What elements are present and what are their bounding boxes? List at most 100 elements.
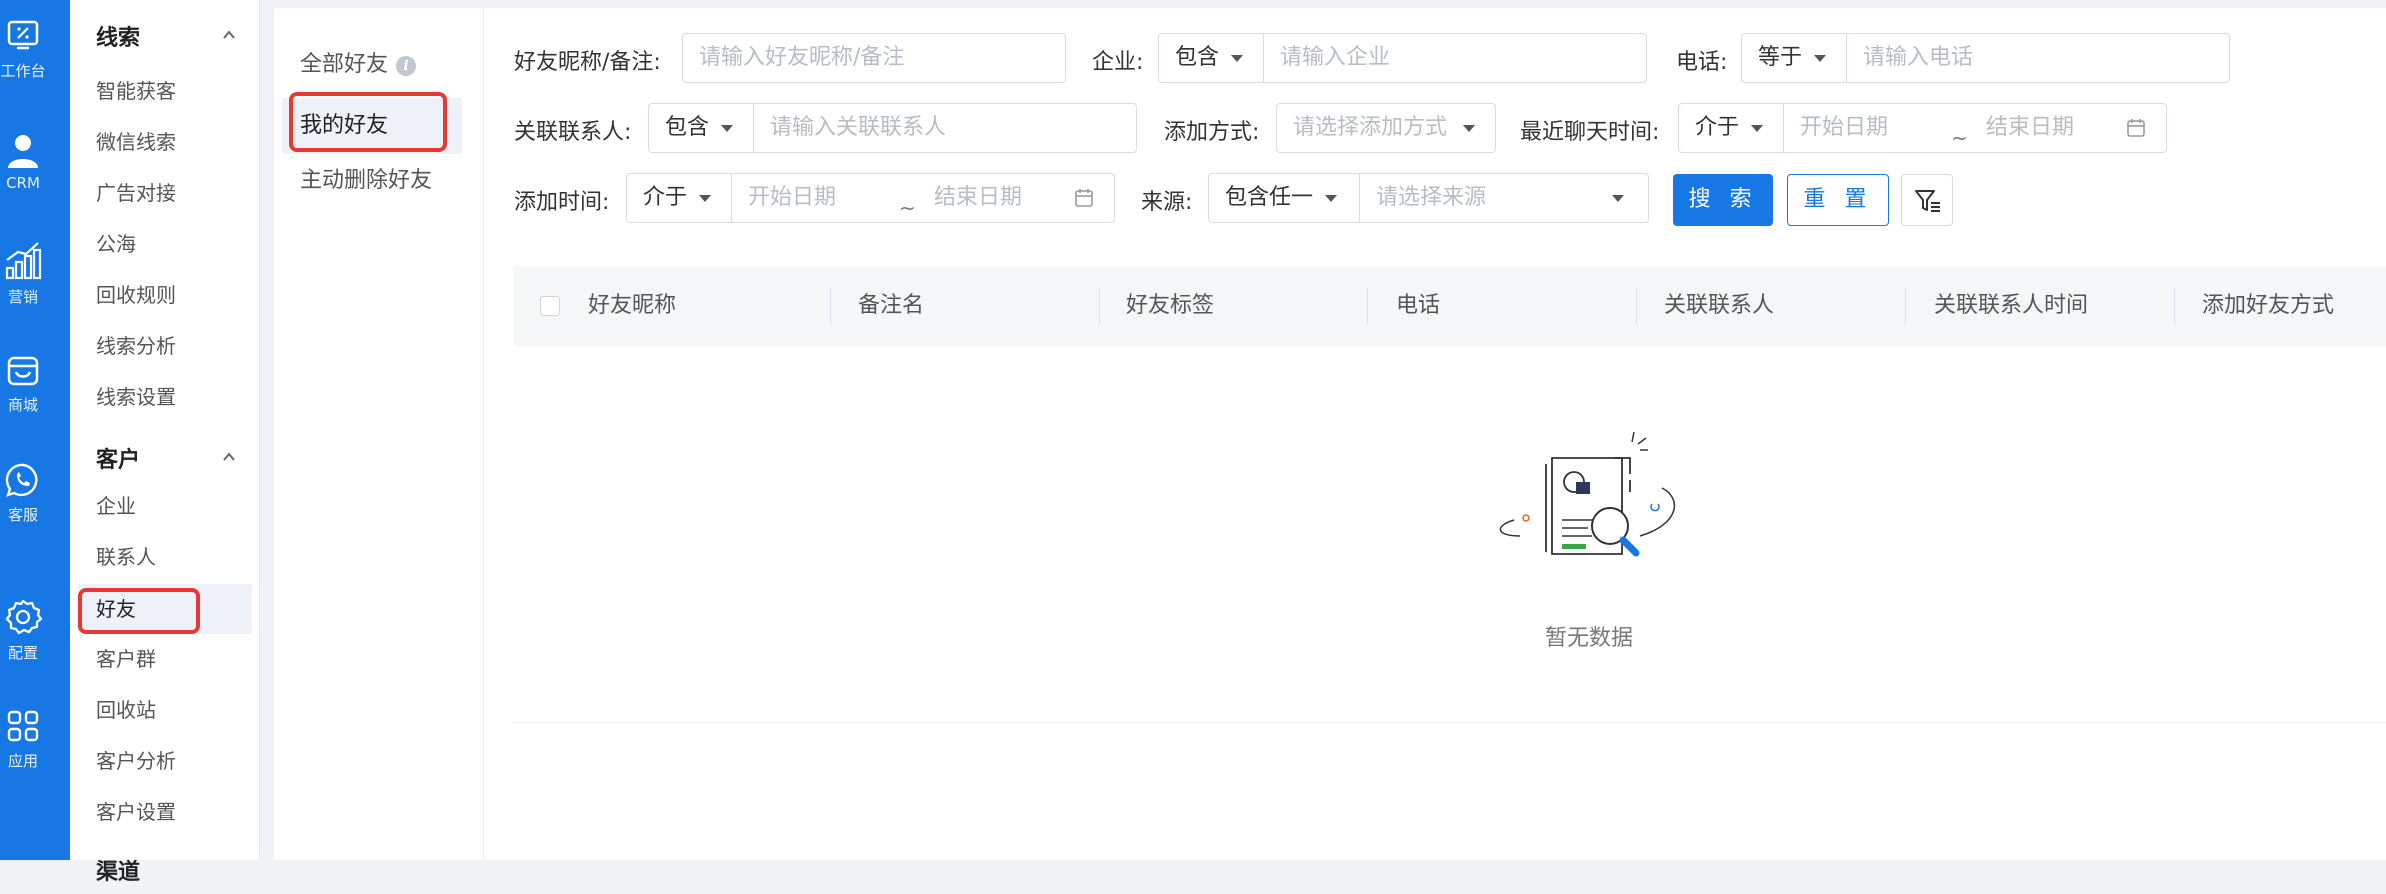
range-separator: ~: [899, 196, 916, 220]
menu-item-company[interactable]: 企业: [96, 484, 136, 528]
rail-item-workbench[interactable]: 工作台: [0, 18, 46, 81]
contact-operator-select[interactable]: 包含: [648, 103, 754, 153]
select-value: 等于: [1758, 45, 1803, 70]
select-value: 介于: [1695, 115, 1740, 140]
reset-button[interactable]: 重 置: [1787, 174, 1889, 226]
menu-group-customers[interactable]: 客户: [70, 430, 260, 482]
menu-item-leads-analysis[interactable]: 线索分析: [96, 324, 176, 368]
source-operator-select[interactable]: 包含任一: [1208, 173, 1360, 223]
range-separator: ~: [1951, 126, 1968, 150]
bar-chart-icon: [5, 242, 42, 280]
menu-group-title: 线索: [96, 26, 141, 51]
column-divider[interactable]: [1636, 288, 1637, 324]
table-bottom-border: [514, 722, 2386, 723]
nickname-input[interactable]: 请输入好友昵称/备注: [682, 33, 1066, 83]
company-operator-select[interactable]: 包含: [1158, 33, 1264, 83]
module-menu: 线索 智能获客 微信线索 广告对接 公海 回收规则 线索分析 线索设置 客户 企…: [70, 0, 260, 885]
menu-item-leads-settings[interactable]: 线索设置: [96, 375, 176, 419]
rail-item-apps[interactable]: 应用: [0, 708, 46, 771]
category-all-friends[interactable]: 全部好友 i: [300, 46, 417, 78]
gutter: [260, 0, 274, 860]
source-label: 来源:: [1141, 190, 1193, 215]
add-method-label: 添加方式:: [1164, 120, 1260, 145]
caret-down-icon: [1814, 55, 1826, 62]
caret-down-icon: [721, 125, 733, 132]
last-chat-operator-select[interactable]: 介于: [1678, 103, 1784, 153]
caret-down-icon: [1325, 195, 1337, 202]
app-rail: 工作台 CRM 营销 商城 客服 配置 应用: [0, 0, 70, 860]
filter-settings-button[interactable]: [1901, 174, 1953, 226]
menu-group-leads[interactable]: 线索: [70, 8, 260, 60]
column-header-phone[interactable]: 电话: [1396, 266, 1440, 346]
menu-item-customer-analysis[interactable]: 客户分析: [96, 739, 176, 783]
add-time-date-range[interactable]: 开始日期 ~ 结束日期: [731, 173, 1115, 223]
apps-grid-icon: [7, 710, 39, 742]
calendar-icon: [1075, 189, 1093, 207]
add-method-select[interactable]: 请选择添加方式: [1276, 103, 1496, 153]
workbench-icon: [7, 20, 39, 50]
column-header-contact-time[interactable]: 关联联系人时间: [1934, 266, 2088, 346]
info-icon[interactable]: i: [396, 56, 417, 76]
menu-item-recycle-bin[interactable]: 回收站: [96, 688, 156, 732]
company-label: 企业:: [1092, 50, 1144, 75]
rail-item-service[interactable]: 客服: [0, 462, 46, 525]
rail-item-crm[interactable]: CRM: [0, 132, 46, 192]
company-input[interactable]: 请输入企业: [1263, 33, 1647, 83]
add-time-label: 添加时间:: [514, 190, 610, 215]
gear-icon: [5, 599, 42, 635]
menu-item-public-pool[interactable]: 公海: [96, 222, 136, 266]
rail-item-marketing[interactable]: 营销: [0, 240, 46, 307]
annotation-box-my-friends: [289, 92, 447, 152]
last-chat-date-range[interactable]: 开始日期 ~ 结束日期: [1783, 103, 2167, 153]
column-divider[interactable]: [830, 288, 831, 324]
add-time-operator-select[interactable]: 介于: [626, 173, 732, 223]
select-all-checkbox[interactable]: [540, 296, 560, 316]
select-placeholder: 请选择添加方式: [1293, 115, 1448, 140]
column-header-tags[interactable]: 好友标签: [1126, 266, 1214, 346]
column-divider[interactable]: [2174, 288, 2175, 324]
menu-item-customer-settings[interactable]: 客户设置: [96, 790, 176, 834]
caret-down-icon: [1612, 195, 1624, 202]
caret-down-icon: [1463, 125, 1475, 132]
rail-label: 营销: [7, 288, 38, 306]
column-divider[interactable]: [1905, 288, 1906, 324]
select-value: 介于: [643, 185, 688, 210]
rail-item-config[interactable]: 配置: [0, 598, 46, 663]
menu-group-channels[interactable]: 渠道: [70, 842, 260, 894]
column-header-nickname[interactable]: 好友昵称: [588, 266, 676, 346]
chevron-up-icon: [223, 452, 235, 461]
annotation-box-friends: [78, 588, 200, 634]
select-value: 包含: [1175, 45, 1220, 70]
rail-label: 工作台: [0, 62, 46, 80]
menu-item-recycle-rules[interactable]: 回收规则: [96, 273, 176, 317]
column-header-contact[interactable]: 关联联系人: [1664, 266, 1774, 346]
source-select[interactable]: 请选择来源: [1359, 173, 1649, 223]
menu-item-wechat-leads[interactable]: 微信线索: [96, 120, 176, 164]
rail-label: 客服: [7, 506, 38, 524]
search-button[interactable]: 搜 索: [1673, 174, 1773, 226]
column-header-add-method[interactable]: 添加好友方式: [2202, 266, 2334, 346]
start-date-placeholder: 开始日期: [1800, 115, 1889, 140]
nickname-label: 好友昵称/备注:: [514, 50, 661, 75]
menu-item-contacts[interactable]: 联系人: [96, 535, 156, 579]
start-date-placeholder: 开始日期: [748, 185, 837, 210]
table-header: 好友昵称 备注名 好友标签 电话 关联联系人 关联联系人时间 添加好友方式: [514, 266, 2386, 346]
column-divider[interactable]: [1099, 288, 1100, 324]
contact-input[interactable]: 请输入关联联系人: [753, 103, 1137, 153]
column-header-remark[interactable]: 备注名: [858, 266, 924, 346]
rail-item-mall[interactable]: 商城: [0, 352, 46, 415]
menu-item-smart-acquisition[interactable]: 智能获客: [96, 69, 176, 113]
end-date-placeholder: 结束日期: [1986, 115, 2075, 140]
category-deleted-friends[interactable]: 主动删除好友: [300, 162, 432, 194]
menu-item-ad-integration[interactable]: 广告对接: [96, 171, 176, 215]
top-gutter: [274, 0, 2386, 8]
chevron-up-icon: [223, 30, 235, 39]
phone-label: 电话:: [1676, 50, 1728, 75]
end-date-placeholder: 结束日期: [934, 185, 1023, 210]
phone-operator-select[interactable]: 等于: [1741, 33, 1847, 83]
menu-item-customer-groups[interactable]: 客户群: [96, 637, 156, 681]
phone-input[interactable]: 请输入电话: [1846, 33, 2230, 83]
column-divider[interactable]: [1367, 288, 1368, 324]
menu-group-title: 渠道: [96, 860, 141, 885]
rail-label: 应用: [7, 752, 38, 770]
